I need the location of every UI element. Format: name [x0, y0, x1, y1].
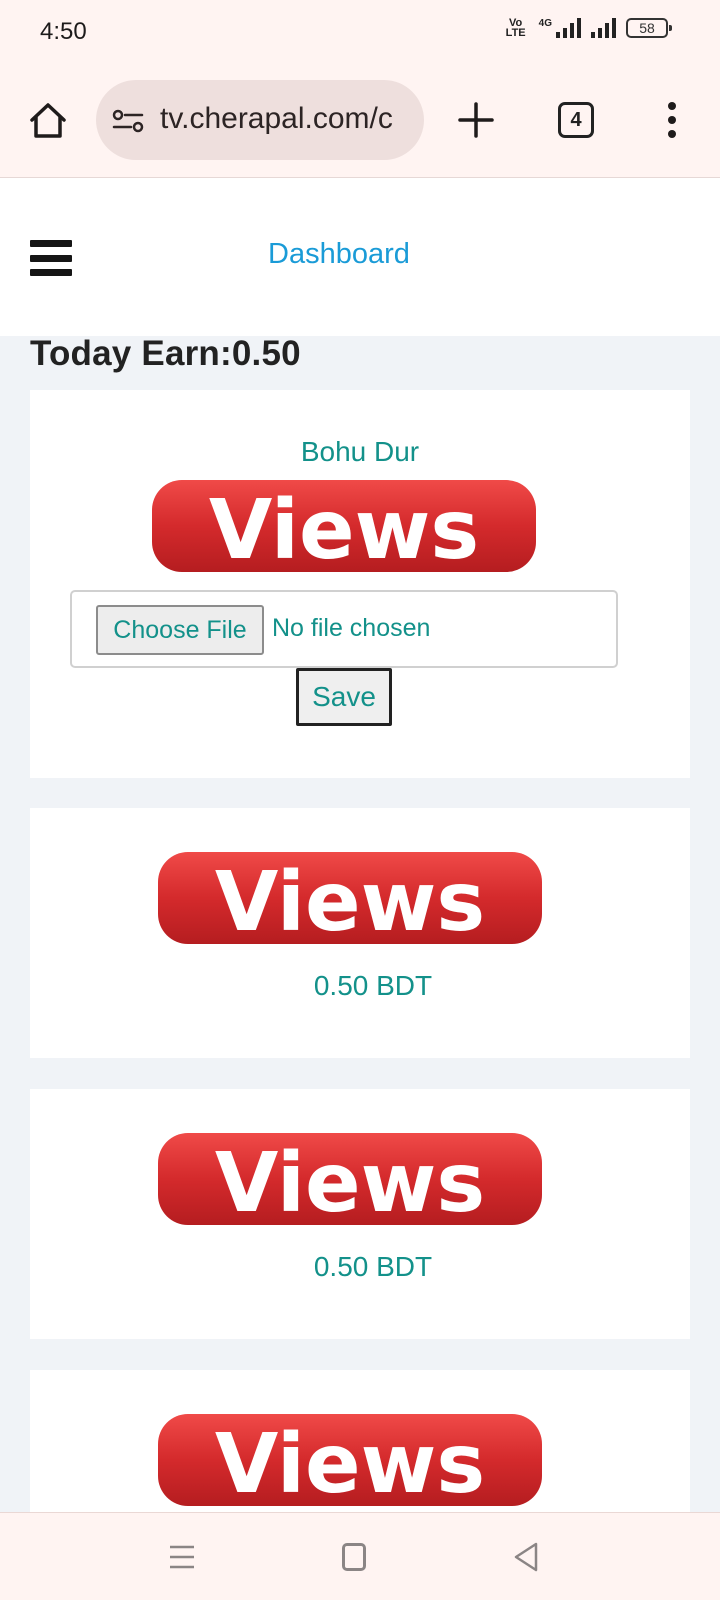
site-settings-icon[interactable]	[112, 108, 144, 134]
battery-icon: 58	[626, 18, 672, 38]
no-file-label: No file chosen	[272, 614, 431, 642]
dashboard-link[interactable]: Dashboard	[268, 238, 410, 271]
upload-card: Bohu Dur Views Choose File No file chose…	[30, 390, 690, 778]
signal-icon	[556, 18, 581, 38]
earning-card[interactable]: Views 0.50 BDT	[30, 808, 690, 1058]
network-type-label: 4G	[538, 17, 552, 29]
svg-text:Views: Views	[215, 855, 485, 946]
recents-icon[interactable]	[168, 1543, 196, 1571]
plus-icon[interactable]	[454, 98, 498, 142]
url-text[interactable]: tv.cherapal.com/c	[160, 102, 408, 136]
svg-text:Views: Views	[215, 1136, 485, 1227]
more-vert-icon[interactable]	[662, 98, 682, 142]
svg-text:Views: Views	[215, 1417, 485, 1508]
status-bar: 4:50 Vo LTE 4G 58	[0, 0, 720, 64]
views-logo[interactable]: Views	[156, 1131, 544, 1227]
tab-switcher-button[interactable]: 4	[558, 102, 594, 138]
amount-label: 0.50 BDT	[313, 970, 433, 1001]
hamburger-icon[interactable]	[30, 240, 72, 276]
earning-card[interactable]: Views 0.50 BDT	[30, 1089, 690, 1339]
address-bar[interactable]: tv.cherapal.com/c	[96, 80, 424, 160]
browser-toolbar: tv.cherapal.com/c 4	[0, 64, 720, 178]
earning-card[interactable]: Views	[30, 1370, 690, 1512]
site-header: Dashboard	[0, 178, 720, 336]
views-logo[interactable]: Views	[156, 850, 544, 946]
choose-file-button[interactable]: Choose File	[96, 605, 264, 655]
home-icon[interactable]	[26, 98, 70, 142]
views-logo[interactable]: Views	[156, 1412, 544, 1508]
status-time: 4:50	[40, 18, 87, 45]
home-nav-icon[interactable]	[342, 1543, 366, 1571]
back-icon[interactable]	[512, 1541, 540, 1573]
amount-label: 0.50 BDT	[313, 1251, 433, 1282]
status-icons: Vo LTE 4G 58	[503, 17, 672, 39]
today-earn-heading: Today Earn:0.50	[30, 334, 301, 373]
system-nav-bar	[0, 1512, 720, 1600]
file-upload-field[interactable]: Choose File No file chosen	[70, 590, 618, 668]
svg-text:Views: Views	[209, 483, 479, 574]
signal-icon-2	[591, 18, 616, 38]
views-logo: Views	[152, 480, 536, 574]
card-title: Bohu Dur	[300, 436, 420, 467]
volte-icon: Vo LTE	[505, 17, 526, 39]
save-button[interactable]: Save	[296, 668, 392, 726]
